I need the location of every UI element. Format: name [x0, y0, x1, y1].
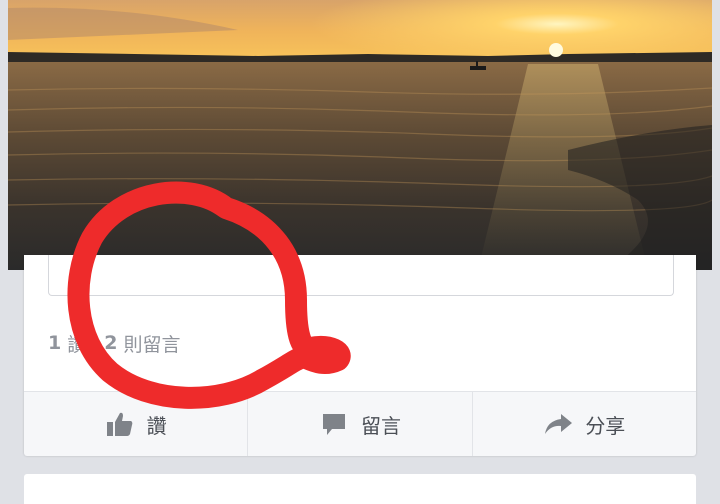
comment-count[interactable]: 2 則留言 [104, 330, 180, 357]
comment-bubble-icon [319, 411, 349, 437]
like-count[interactable]: 1 讚 [48, 330, 86, 357]
comment-count-label: 則留言 [123, 333, 181, 356]
like-button-label: 讚 [146, 413, 167, 438]
comment-button[interactable]: 留言 [248, 392, 473, 456]
comment-count-number: 2 [104, 332, 118, 354]
next-post-card [24, 474, 696, 504]
share-arrow-icon [543, 411, 573, 437]
share-button-label: 分享 [585, 413, 626, 438]
like-count-number: 1 [48, 332, 62, 354]
post-card: 1 讚 2 則留言 讚 留言 分享 [24, 255, 696, 456]
like-button[interactable]: 讚 [24, 392, 249, 456]
post-photo[interactable] [8, 0, 712, 270]
reaction-summary[interactable]: 1 讚 2 則留言 [48, 330, 199, 357]
post-action-bar: 讚 留言 分享 [24, 391, 696, 456]
comment-button-label: 留言 [360, 413, 401, 438]
thumbs-up-icon [105, 411, 135, 437]
link-preview-box[interactable] [48, 255, 674, 296]
share-button[interactable]: 分享 [473, 392, 696, 456]
like-count-label: 讚 [67, 333, 87, 356]
